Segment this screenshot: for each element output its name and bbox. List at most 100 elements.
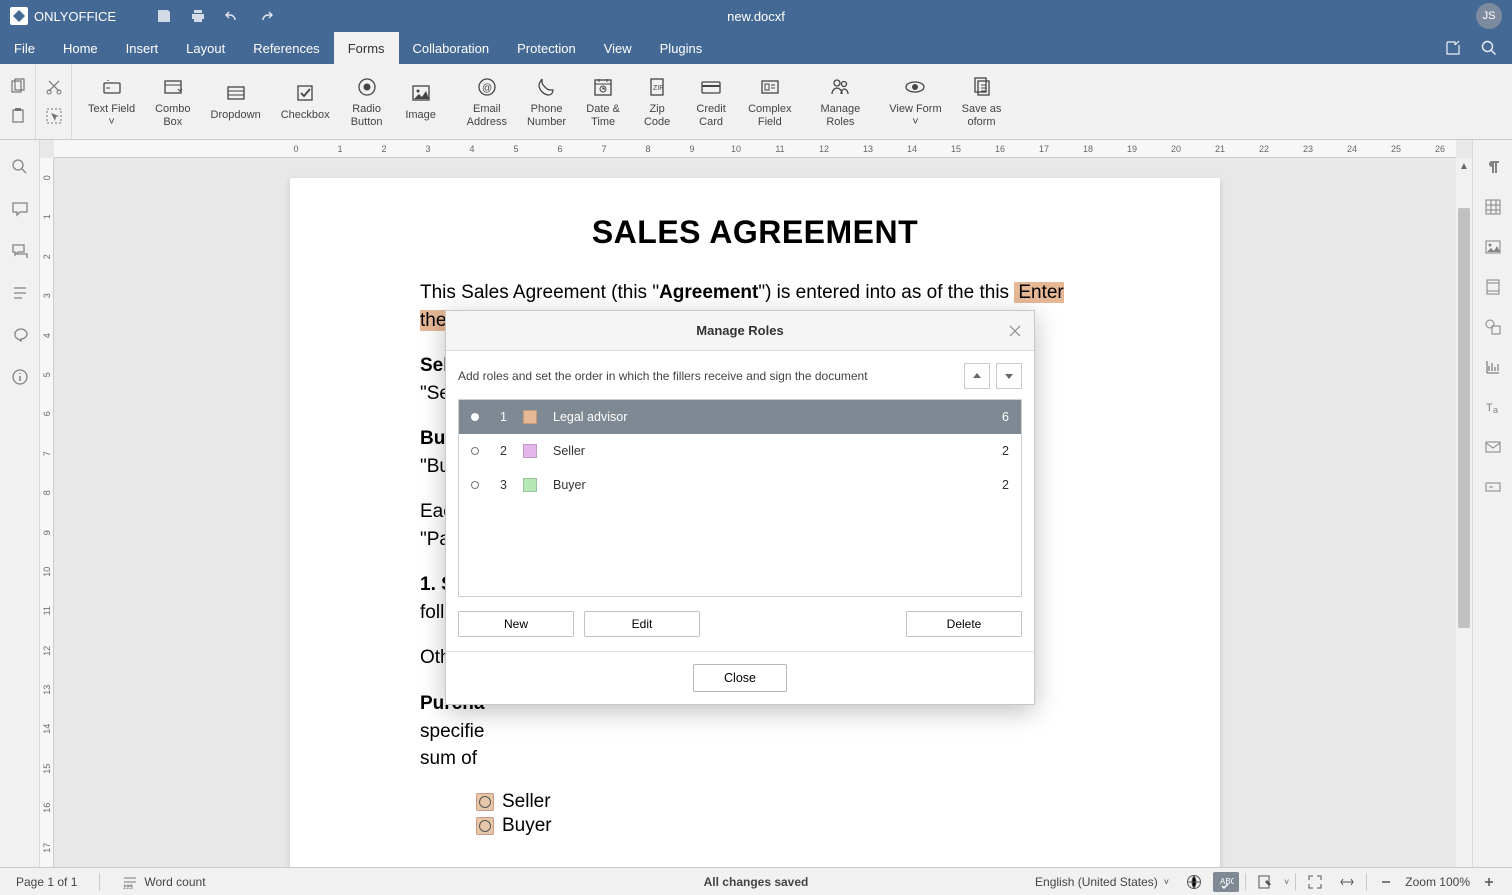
- ribbon-radio-button[interactable]: RadioButton: [340, 71, 394, 132]
- tab-insert[interactable]: Insert: [112, 32, 173, 64]
- fit-page-icon[interactable]: [1302, 872, 1328, 892]
- ribbon-email-address[interactable]: @EmailAddress: [457, 71, 517, 132]
- ribbon-icon: [100, 75, 124, 99]
- radio-icon: [476, 793, 494, 811]
- tab-forms[interactable]: Forms: [334, 32, 399, 64]
- ribbon-view-form[interactable]: View Form˅: [879, 71, 951, 132]
- app-logo: ONLYOFFICE: [10, 7, 116, 25]
- move-down-button[interactable]: [996, 363, 1022, 389]
- form-settings-icon[interactable]: [1484, 478, 1502, 496]
- tab-file[interactable]: File: [0, 32, 49, 64]
- open-location-icon[interactable]: [1444, 39, 1462, 57]
- role-row[interactable]: 2Seller2: [459, 434, 1021, 468]
- delete-button[interactable]: Delete: [906, 611, 1022, 637]
- order-dot-icon: [471, 481, 479, 489]
- page-indicator[interactable]: Page 1 of 1: [10, 875, 83, 889]
- vertical-scrollbar[interactable]: ▲: [1456, 158, 1472, 867]
- spellcheck-toggle[interactable]: ABC: [1213, 872, 1239, 892]
- comments-icon[interactable]: [11, 200, 29, 218]
- headings-icon[interactable]: [11, 284, 29, 302]
- ribbon-icon: [535, 75, 559, 99]
- manage-roles-dialog: Manage Roles Add roles and set the order…: [445, 310, 1035, 705]
- radio-seller[interactable]: Seller: [476, 791, 1090, 813]
- select-all-icon[interactable]: [45, 107, 63, 125]
- paragraph-settings-icon[interactable]: [1484, 158, 1502, 176]
- ribbon-icon: [828, 75, 852, 99]
- language-selector[interactable]: English (United States) ˅: [1029, 875, 1175, 889]
- zoom-out-icon[interactable]: [1373, 872, 1399, 892]
- tab-view[interactable]: View: [590, 32, 646, 64]
- zoom-in-icon[interactable]: [1476, 872, 1502, 892]
- role-row[interactable]: 1Legal advisor6: [459, 400, 1021, 434]
- fit-width-icon[interactable]: [1334, 872, 1360, 892]
- tab-home[interactable]: Home: [49, 32, 112, 64]
- ribbon-icon: [224, 81, 248, 105]
- ribbon-icon: [699, 75, 723, 99]
- role-color-swatch: [523, 444, 537, 458]
- save-icon[interactable]: [156, 8, 172, 24]
- ribbon-complex-field[interactable]: ComplexField: [738, 71, 801, 132]
- track-changes-icon[interactable]: [1252, 872, 1278, 892]
- ribbon-date-time[interactable]: Date &Time: [576, 71, 630, 132]
- scrollbar-thumb[interactable]: [1458, 208, 1470, 628]
- ribbon-save-as-oform[interactable]: Save asoform: [952, 71, 1012, 132]
- tab-protection[interactable]: Protection: [503, 32, 590, 64]
- tab-layout[interactable]: Layout: [172, 32, 239, 64]
- copy-icon[interactable]: [9, 78, 27, 96]
- text-art-icon[interactable]: Ta: [1484, 398, 1502, 416]
- new-button[interactable]: New: [458, 611, 574, 637]
- ribbon-zip-code[interactable]: ZIPZipCode: [630, 71, 684, 132]
- role-count: 2: [1002, 444, 1009, 458]
- ruler-horizontal[interactable]: 0123456789101112131415161718192021222324…: [54, 140, 1456, 158]
- ribbon-combo-box[interactable]: ComboBox: [145, 71, 200, 132]
- ribbon-phone-number[interactable]: PhoneNumber: [517, 71, 576, 132]
- tab-collaboration[interactable]: Collaboration: [399, 32, 504, 64]
- role-index: 2: [493, 444, 507, 458]
- print-icon[interactable]: [190, 8, 206, 24]
- role-count: 2: [1002, 478, 1009, 492]
- spellcheck-icon[interactable]: [1181, 872, 1207, 892]
- cut-icon[interactable]: [45, 78, 63, 96]
- role-row[interactable]: 3Buyer2: [459, 468, 1021, 502]
- image-settings-icon[interactable]: [1484, 238, 1502, 256]
- scroll-up-icon[interactable]: ▲: [1456, 158, 1472, 174]
- svg-text:123: 123: [123, 885, 134, 890]
- shape-settings-icon[interactable]: [1484, 318, 1502, 336]
- ribbon-icon: [758, 75, 782, 99]
- word-count[interactable]: 123 Word count: [116, 874, 211, 890]
- ribbon-text-field[interactable]: Text Field˅: [78, 71, 145, 132]
- role-list[interactable]: 1Legal advisor62Seller23Buyer2: [458, 399, 1022, 597]
- find-icon[interactable]: [11, 158, 29, 176]
- redo-icon[interactable]: [258, 8, 274, 24]
- feedback-icon[interactable]: [11, 326, 29, 344]
- tab-plugins[interactable]: Plugins: [646, 32, 717, 64]
- edit-button[interactable]: Edit: [584, 611, 700, 637]
- paste-icon[interactable]: [9, 107, 27, 125]
- ribbon-dropdown[interactable]: Dropdown: [201, 77, 271, 126]
- role-index: 3: [493, 478, 507, 492]
- ribbon-icon: [970, 75, 994, 99]
- ribbon-checkbox[interactable]: Checkbox: [271, 77, 340, 126]
- close-icon[interactable]: [1008, 324, 1022, 338]
- radio-buyer[interactable]: Buyer: [476, 815, 1090, 837]
- dialog-title-bar[interactable]: Manage Roles: [446, 311, 1034, 351]
- search-icon[interactable]: [1480, 39, 1498, 57]
- ribbon-image[interactable]: Image: [394, 77, 448, 126]
- ribbon-manage-roles[interactable]: ManageRoles: [811, 71, 871, 132]
- chart-settings-icon[interactable]: [1484, 358, 1502, 376]
- header-footer-icon[interactable]: [1484, 278, 1502, 296]
- zoom-level[interactable]: Zoom 100%: [1405, 875, 1470, 889]
- table-settings-icon[interactable]: [1484, 198, 1502, 216]
- status-bar: Page 1 of 1 123 Word count All changes s…: [0, 867, 1512, 895]
- user-avatar[interactable]: JS: [1476, 3, 1502, 29]
- tab-references[interactable]: References: [239, 32, 333, 64]
- undo-icon[interactable]: [224, 8, 240, 24]
- ribbon-credit-card[interactable]: CreditCard: [684, 71, 738, 132]
- chat-icon[interactable]: [11, 242, 29, 260]
- mail-merge-icon[interactable]: [1484, 438, 1502, 456]
- ruler-vertical[interactable]: 01234567891011121314151617: [40, 158, 54, 867]
- about-icon[interactable]: [11, 368, 29, 386]
- close-button[interactable]: Close: [693, 664, 787, 692]
- role-color-swatch: [523, 478, 537, 492]
- move-up-button[interactable]: [964, 363, 990, 389]
